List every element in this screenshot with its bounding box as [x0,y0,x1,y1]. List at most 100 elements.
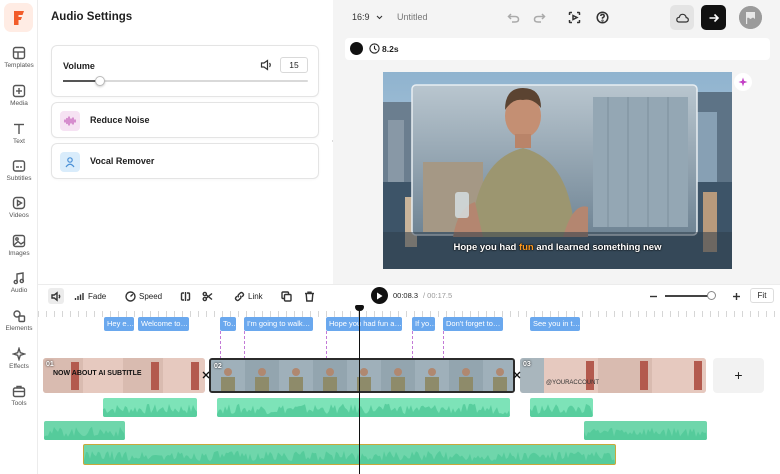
scissors-icon [202,291,213,301]
video-clip-02[interactable]: 02 [209,358,515,393]
zoom-in-icon[interactable] [731,289,745,303]
video-clip-01[interactable]: 01 NOW ABOUT AI SUBTITLE [43,358,205,393]
fade-button[interactable]: Fade [74,289,106,303]
audio-clip[interactable] [103,398,197,417]
zoom-slider-thumb[interactable] [707,291,716,300]
waveform-icon [60,111,80,131]
audio-clip[interactable] [530,398,593,417]
top-toolbar: 16:9 Untitled [333,0,780,36]
vocal-remover-label: Vocal Remover [90,156,155,166]
transition-icon[interactable] [202,369,210,381]
trash-icon [305,291,314,302]
audio-clip[interactable] [44,421,125,440]
caption-chip[interactable]: Hope you had fun a… [326,317,402,331]
user-avatar[interactable] [739,6,762,29]
split-button[interactable] [180,289,194,303]
timeline-toolbar: Fade Speed Link 00:08.3 / 00:17.5 Fit [38,284,780,306]
volume-card: Volume 15 [51,45,319,97]
app-logo[interactable] [4,3,33,32]
arrow-right-icon [709,13,719,22]
audio-clip[interactable] [217,398,510,417]
text-icon [14,123,24,134]
rail-label-media: Media [10,100,28,107]
play-icon [377,292,383,299]
delete-button[interactable] [304,289,318,303]
rail-label-elements: Elements [5,325,33,332]
video-frame-image [383,72,732,269]
fit-button[interactable]: Fit [750,288,774,303]
add-clip-button[interactable]: + [713,358,764,393]
caption-chip[interactable]: If yo… [412,317,435,331]
logo-icon [13,10,24,25]
caption-chip[interactable]: Welcome to… [138,317,189,331]
videos-icon [12,196,26,210]
project-name[interactable]: Untitled [397,12,428,22]
rail-item-images[interactable]: Images [0,234,38,270]
rail-item-elements[interactable]: Elements [0,309,38,345]
rail-item-media[interactable]: Media [0,84,38,120]
clip-number: 01 [46,361,54,368]
cut-button[interactable] [202,289,216,303]
rail-item-tools[interactable]: Tools [0,384,38,420]
rail-item-videos[interactable]: Videos [0,196,38,232]
rail-item-text[interactable]: Text [0,122,38,158]
transition-icon[interactable] [513,369,521,381]
link-icon [234,291,245,301]
rail-item-subtitles[interactable]: Subtitles [0,159,38,195]
cloud-save-button[interactable] [670,5,694,30]
video-subtitle[interactable]: Hope you had fun and learned something n… [383,242,732,253]
caption-chip[interactable]: Don't forget to… [443,317,503,331]
zoom-out-icon[interactable] [648,289,662,303]
link-label: Link [248,291,263,301]
volume-value-input[interactable]: 15 [280,57,308,73]
undo-icon[interactable] [505,9,521,25]
reduce-noise-card[interactable]: Reduce Noise [51,102,319,138]
aspect-ratio-select[interactable]: 16:9 [352,12,383,22]
waveform [103,403,197,417]
video-canvas[interactable]: Hope you had fun and learned something n… [383,72,732,269]
magic-effect-button[interactable] [734,73,752,91]
images-icon [12,234,26,248]
audio-clip[interactable] [584,421,707,440]
vocal-remover-card[interactable]: Vocal Remover [51,143,319,179]
redo-icon[interactable] [531,9,547,25]
caption-chip[interactable]: Hey e… [104,317,134,331]
export-button[interactable] [701,5,726,30]
background-color-swatch[interactable] [350,42,363,55]
speed-button[interactable]: Speed [125,289,162,303]
volume-slider[interactable] [63,76,308,86]
caption-link-line [244,331,245,359]
caption-chip[interactable]: See you in t… [530,317,580,331]
waveform [584,427,707,440]
person-icon [60,152,80,172]
preview-play-icon[interactable] [566,9,582,25]
help-icon[interactable] [594,9,610,25]
caption-link-line [326,331,327,359]
left-tool-rail: Templates Media Text Subtitles Videos Im… [0,0,38,474]
link-button[interactable]: Link [234,289,263,303]
subtitle-text-after: and learned something new [533,242,662,253]
play-button[interactable] [371,287,388,304]
timeline: Hey e… Welcome to… To… I'm going to walk… [38,306,780,474]
duplicate-button[interactable] [281,289,295,303]
caption-chip[interactable]: I'm going to walk… [244,317,313,331]
reduce-noise-label: Reduce Noise [90,115,150,125]
elements-icon [13,310,26,323]
subtitles-icon [12,160,26,172]
caption-link-line [220,331,221,359]
speed-label: Speed [139,291,163,301]
speaker-icon[interactable] [260,59,273,71]
rail-item-audio[interactable]: Audio [0,271,38,307]
playhead[interactable] [359,306,360,474]
scene-duration[interactable]: 8.2s [382,44,399,54]
rail-item-effects[interactable]: Effects [0,347,38,383]
volume-slider-thumb[interactable] [95,76,105,86]
mute-button[interactable] [48,288,64,304]
rail-item-templates[interactable]: Templates [0,46,38,82]
caption-chip[interactable]: To… [220,317,236,331]
chevron-down-icon [376,15,383,20]
subtitle-text-before: Hope you had [453,242,519,253]
video-clip-03[interactable]: 03 @YOURACCOUNT [520,358,706,393]
background-music-clip[interactable] [83,444,616,465]
clip-thumb-text: @YOURACCOUNT [546,380,600,386]
